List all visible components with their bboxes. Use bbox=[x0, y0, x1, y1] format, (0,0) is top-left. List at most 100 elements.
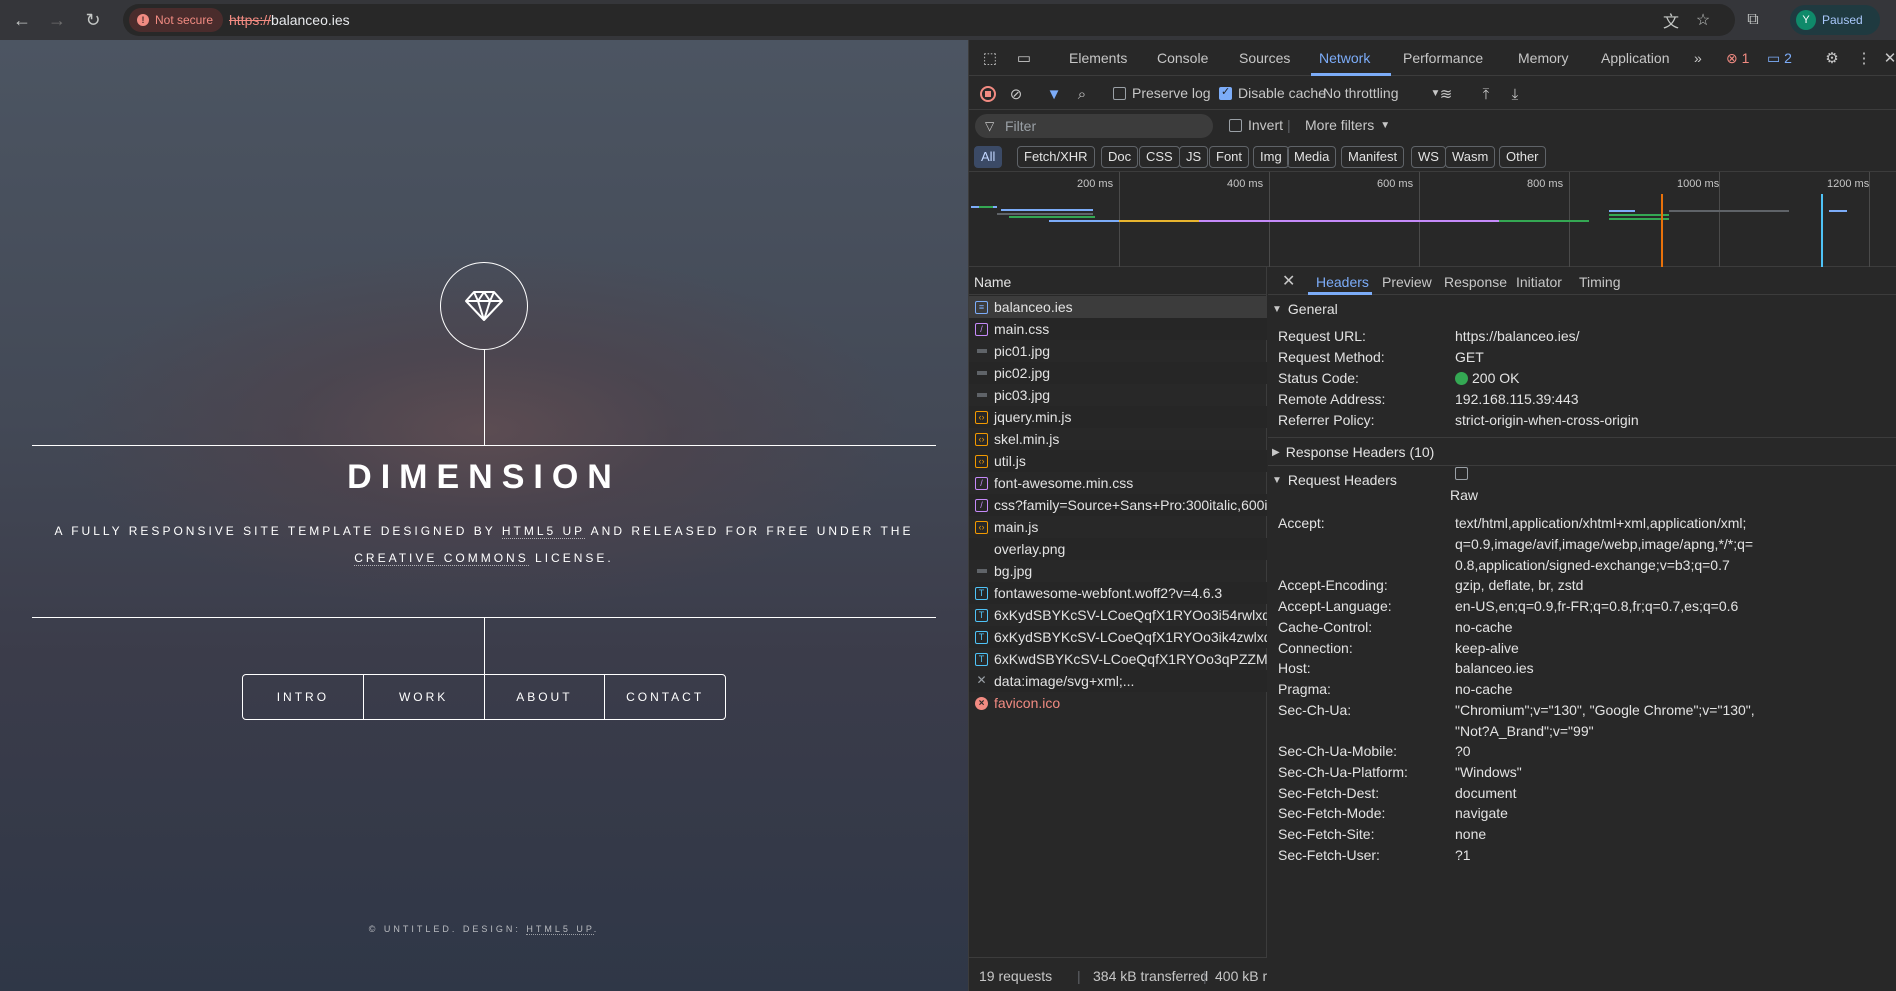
extensions-icon[interactable]: ⧉ bbox=[1741, 8, 1765, 32]
request-row[interactable]: pic01.jpg bbox=[969, 340, 1267, 362]
request-row[interactable]: pic02.jpg bbox=[969, 362, 1267, 384]
search-icon[interactable]: ⌕ bbox=[1071, 83, 1093, 105]
chip-font[interactable]: Font bbox=[1209, 146, 1250, 168]
tab-memory[interactable]: Memory bbox=[1518, 50, 1569, 66]
raw-checkbox[interactable] bbox=[1455, 467, 1468, 480]
request-row[interactable]: overlay.png bbox=[969, 538, 1267, 560]
tab-timing[interactable]: Timing bbox=[1579, 274, 1621, 290]
general-section-toggle[interactable]: ▼ General bbox=[1268, 301, 1338, 317]
tab-preview[interactable]: Preview bbox=[1382, 274, 1432, 290]
tab-elements[interactable]: Elements bbox=[1069, 50, 1127, 66]
network-conditions-icon[interactable]: ≋ bbox=[1435, 83, 1457, 105]
status-code-value[interactable]: 200 OK bbox=[1455, 368, 1519, 389]
close-detail-icon[interactable]: ✕ bbox=[1282, 271, 1295, 291]
bookmark-star-icon[interactable]: ☆ bbox=[1691, 8, 1715, 32]
message-count[interactable]: ▭ 2 bbox=[1767, 50, 1792, 67]
request-row[interactable]: T 6xKydSBYKcSV-LCoeQqfX1RYOo3i54rwlxdu.wo… bbox=[969, 604, 1267, 626]
network-overview-timeline[interactable]: 200 ms 400 ms 600 ms 800 ms 1000 ms 1200… bbox=[969, 172, 1896, 267]
url-text[interactable]: https://balanceo.ies bbox=[229, 12, 350, 28]
footer-html5up-link[interactable]: HTML5 UP bbox=[526, 924, 594, 935]
translate-icon[interactable]: 文 bbox=[1659, 8, 1683, 32]
request-row[interactable]: ‹› skel.min.js bbox=[969, 428, 1267, 450]
header-value[interactable]: "Windows" bbox=[1455, 762, 1522, 783]
chip-media[interactable]: Media bbox=[1287, 146, 1337, 168]
header-value[interactable]: ?1 bbox=[1455, 845, 1471, 866]
request-row[interactable]: ≡ balanceo.ies bbox=[969, 296, 1267, 318]
tab-response[interactable]: Response bbox=[1444, 274, 1507, 290]
checkbox[interactable] bbox=[1219, 85, 1232, 100]
header-value[interactable]: document bbox=[1455, 783, 1516, 804]
creative-commons-link[interactable]: CREATIVE COMMONS bbox=[354, 551, 529, 566]
header-value[interactable]: no-cache bbox=[1455, 679, 1513, 700]
device-toolbar-icon[interactable]: ▭ bbox=[1013, 47, 1035, 69]
request-row[interactable]: Tfontawesome-webfont.woff2?v=4.6.3 bbox=[969, 582, 1267, 604]
nav-intro[interactable]: INTRO bbox=[243, 675, 363, 719]
checkbox[interactable] bbox=[1113, 86, 1126, 100]
clear-icon[interactable]: ⊘ bbox=[1005, 83, 1027, 105]
chip-all[interactable]: All bbox=[974, 146, 1003, 168]
html5up-link[interactable]: HTML5 UP bbox=[501, 524, 585, 539]
tab-headers[interactable]: Headers bbox=[1316, 274, 1369, 290]
header-value[interactable]: text/html,application/xhtml+xml,applicat… bbox=[1455, 513, 1753, 576]
chip-css[interactable]: CSS bbox=[1139, 146, 1180, 168]
tab-application[interactable]: Application bbox=[1601, 50, 1670, 66]
tab-console[interactable]: Console bbox=[1157, 50, 1208, 66]
nav-work[interactable]: WORK bbox=[362, 675, 484, 719]
preserve-log-checkbox[interactable]: Preserve log bbox=[1113, 85, 1211, 101]
request-row[interactable]: / main.css bbox=[969, 318, 1267, 340]
chip-wasm[interactable]: Wasm bbox=[1445, 146, 1496, 168]
not-secure-badge[interactable]: ! Not secure bbox=[129, 8, 224, 32]
request-row[interactable]: ‹› jquery.min.js bbox=[969, 406, 1267, 428]
request-row[interactable]: / font-awesome.min.css bbox=[969, 472, 1267, 494]
invert-checkbox[interactable]: Invert bbox=[1229, 117, 1283, 133]
nav-contact[interactable]: CONTACT bbox=[604, 675, 725, 719]
request-row[interactable]: T 6xKwdSBYKcSV-LCoeQqfX1RYOo3qPZZMkids18.… bbox=[969, 648, 1267, 670]
tab-performance[interactable]: Performance bbox=[1403, 50, 1483, 66]
request-row[interactable]: ✕ data:image/svg+xml;... bbox=[969, 670, 1267, 692]
more-filters-dropdown[interactable]: More filters ▼ bbox=[1305, 117, 1390, 133]
request-row[interactable]: × favicon.ico bbox=[969, 692, 1267, 714]
chip-other[interactable]: Other bbox=[1499, 146, 1546, 168]
header-value[interactable]: strict-origin-when-cross-origin bbox=[1455, 410, 1639, 431]
inspect-element-icon[interactable]: ⬚ bbox=[979, 47, 1001, 69]
close-devtools-icon[interactable]: ✕ bbox=[1879, 47, 1896, 69]
import-har-icon[interactable]: ⤒ bbox=[1475, 83, 1497, 105]
chip-manifest[interactable]: Manifest bbox=[1341, 146, 1405, 168]
tab-network[interactable]: Network bbox=[1319, 50, 1370, 66]
profile-button[interactable]: Y Paused bbox=[1790, 5, 1880, 35]
reload-icon[interactable]: ↻ bbox=[79, 6, 107, 34]
header-value[interactable]: navigate bbox=[1455, 803, 1508, 824]
throttling-select[interactable]: No throttling ▼ bbox=[1323, 85, 1440, 101]
request-row[interactable]: ‹› util.js bbox=[969, 450, 1267, 472]
request-row[interactable]: / css?family=Source+Sans+Pro:300italic,60… bbox=[969, 494, 1267, 516]
header-value[interactable]: 192.168.115.39:443 bbox=[1455, 389, 1579, 410]
back-icon[interactable]: ← bbox=[8, 6, 36, 34]
error-count[interactable]: ⊗ 1 bbox=[1726, 50, 1749, 67]
header-value[interactable]: GET bbox=[1455, 347, 1484, 368]
header-value[interactable]: none bbox=[1455, 824, 1486, 845]
record-stop-icon[interactable] bbox=[977, 83, 999, 105]
nav-about[interactable]: ABOUT bbox=[483, 675, 605, 719]
chip-img[interactable]: Img bbox=[1253, 146, 1289, 168]
request-headers-toggle[interactable]: ▼ Request Headers bbox=[1268, 472, 1397, 488]
tab-initiator[interactable]: Initiator bbox=[1516, 274, 1562, 290]
name-column-header[interactable]: Name bbox=[969, 267, 1267, 295]
filter-input[interactable]: ▽ Filter bbox=[975, 114, 1213, 138]
request-row[interactable]: ‹› main.js bbox=[969, 516, 1267, 538]
header-value[interactable]: no-cache bbox=[1455, 617, 1513, 638]
more-tabs-icon[interactable]: » bbox=[1694, 50, 1702, 66]
request-row[interactable]: bg.jpg bbox=[969, 560, 1267, 582]
forward-icon[interactable]: → bbox=[43, 6, 71, 34]
chip-ws[interactable]: WS bbox=[1411, 146, 1446, 168]
tab-sources[interactable]: Sources bbox=[1239, 50, 1290, 66]
address-bar[interactable]: ! Not secure https://balanceo.ies bbox=[123, 4, 1735, 36]
request-row[interactable]: pic03.jpg bbox=[969, 384, 1267, 406]
header-value[interactable]: balanceo.ies bbox=[1455, 658, 1534, 679]
chip-doc[interactable]: Doc bbox=[1101, 146, 1139, 168]
header-value[interactable]: ?0 bbox=[1455, 741, 1471, 762]
request-row[interactable]: T 6xKydSBYKcSV-LCoeQqfX1RYOo3ik4zwlxdu.wo… bbox=[969, 626, 1267, 648]
checkbox[interactable] bbox=[1229, 118, 1242, 132]
disable-cache-checkbox[interactable]: Disable cache bbox=[1219, 85, 1326, 101]
header-value[interactable]: en-US,en;q=0.9,fr-FR;q=0.8,fr;q=0.7,es;q… bbox=[1455, 596, 1738, 617]
header-value[interactable]: gzip, deflate, br, zstd bbox=[1455, 575, 1583, 596]
